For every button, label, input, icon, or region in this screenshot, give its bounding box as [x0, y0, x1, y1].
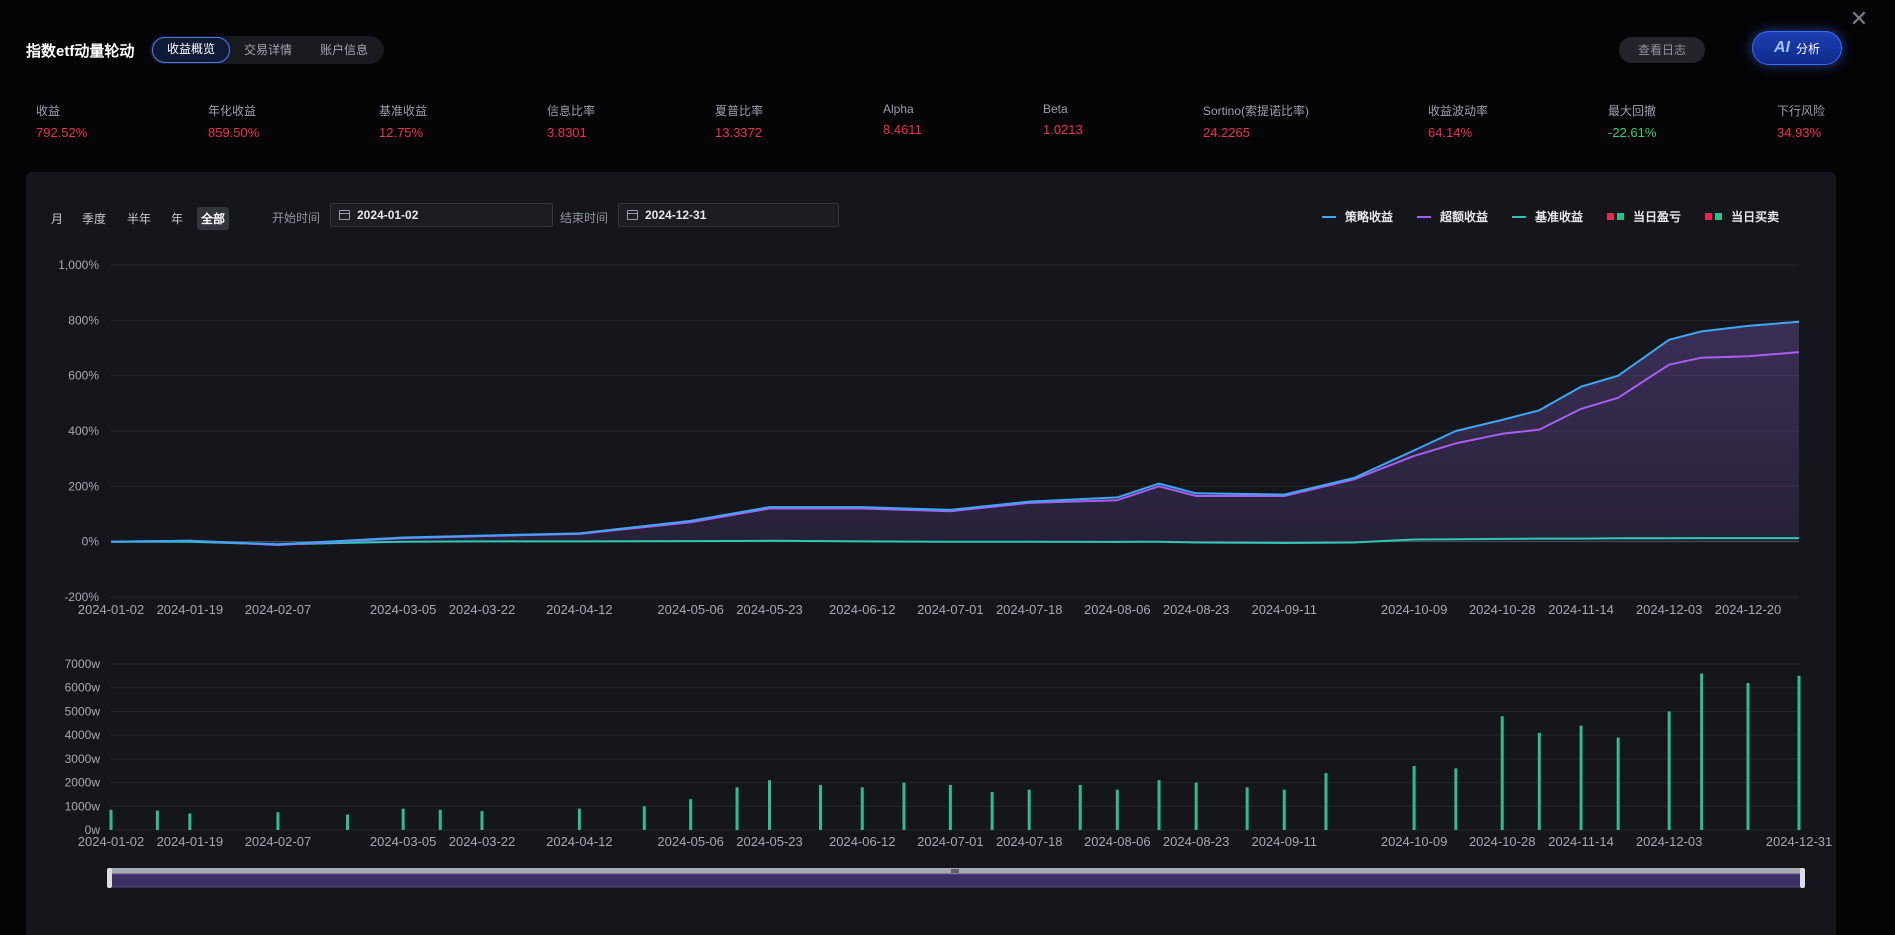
x-tick-label: 2024-09-11	[1251, 602, 1317, 617]
x-tick-label: 2024-10-09	[1381, 602, 1448, 617]
y-tick-label: 200%	[68, 479, 99, 493]
x-tick-label: 2024-07-18	[996, 602, 1063, 617]
y-tick-label: 600%	[68, 369, 99, 383]
x-tick-label: 2024-03-05	[370, 834, 437, 849]
x-tick-label: 2024-01-19	[157, 834, 224, 849]
trade-bar[interactable]	[438, 809, 442, 830]
trade-bar[interactable]	[1454, 768, 1458, 830]
x-tick-label: 2024-08-06	[1084, 834, 1151, 849]
x-tick-label: 2024-12-03	[1636, 834, 1703, 849]
trade-bar[interactable]	[1579, 725, 1583, 830]
trade-bar[interactable]	[1667, 711, 1671, 830]
x-tick-label: 2024-05-23	[736, 834, 803, 849]
trade-bar[interactable]	[1537, 732, 1541, 830]
x-tick-label: 2024-07-01	[917, 834, 984, 849]
y-tick-label: 400%	[68, 424, 99, 438]
trade-bar[interactable]	[480, 811, 484, 830]
x-tick-label: 2024-10-28	[1469, 602, 1536, 617]
trade-bar[interactable]	[1500, 716, 1504, 830]
trade-bar[interactable]	[1245, 787, 1249, 830]
trade-bar[interactable]	[1282, 789, 1286, 830]
x-tick-label: 2024-09-11	[1251, 834, 1317, 849]
trade-bar[interactable]	[768, 780, 772, 830]
x-tick-label: 2024-05-06	[657, 834, 724, 849]
x-tick-label: 2024-08-06	[1084, 602, 1151, 617]
y-tick-label: 1,000%	[58, 258, 99, 272]
x-tick-label: 2024-05-23	[736, 602, 803, 617]
y-tick-label: 6000w	[65, 681, 101, 695]
x-tick-label: 2024-01-02	[78, 602, 145, 617]
return-charts: -200%0%200%400%600%800%1,000%2024-01-02 2…	[58, 258, 1833, 888]
trade-bar[interactable]	[1194, 782, 1198, 830]
x-tick-label: 2024-08-23	[1163, 602, 1230, 617]
trade-bar[interactable]	[346, 814, 350, 830]
x-tick-label: 2024-11-14	[1548, 602, 1614, 617]
trade-bar[interactable]	[819, 784, 823, 830]
y-tick-label: 7000w	[65, 657, 101, 671]
trade-bar[interactable]	[642, 806, 646, 830]
x-tick-label: 2024-05-06	[657, 602, 724, 617]
trade-bar[interactable]	[577, 808, 581, 830]
y-tick-label: 3000w	[65, 752, 101, 766]
trade-bar[interactable]	[948, 784, 952, 830]
trade-bar[interactable]	[735, 787, 739, 830]
trade-bar[interactable]	[1616, 737, 1620, 830]
x-tick-label: 2024-04-12	[546, 602, 613, 617]
trade-bar[interactable]	[188, 813, 192, 830]
y-tick-label: 800%	[68, 313, 99, 327]
y-tick-label: 5000w	[65, 704, 101, 718]
x-tick-label: 2024-12-03	[1636, 602, 1703, 617]
trade-bar[interactable]	[1324, 773, 1328, 830]
trade-bar[interactable]	[1797, 675, 1801, 830]
x-tick-label: 2024-07-01	[917, 602, 984, 617]
x-tick-label: 2024-07-18	[996, 834, 1063, 849]
trade-bar[interactable]	[1027, 789, 1031, 830]
trade-bar[interactable]	[155, 810, 159, 830]
range-slider-grip-icon[interactable]	[951, 869, 959, 873]
x-tick-label: 2024-10-28	[1469, 834, 1536, 849]
trade-bar[interactable]	[1157, 780, 1161, 830]
trade-bar[interactable]	[860, 787, 864, 830]
x-tick-label: 2024-04-12	[546, 834, 613, 849]
trade-bar[interactable]	[1115, 789, 1119, 830]
x-tick-label: 2024-12-31	[1766, 834, 1833, 849]
x-tick-label: 2024-11-14	[1548, 834, 1614, 849]
trade-bar[interactable]	[1412, 765, 1416, 830]
x-tick-label: 2024-02-07	[245, 602, 312, 617]
x-tick-label: 2024-01-02	[78, 834, 145, 849]
x-tick-label: 2024-03-22	[449, 602, 516, 617]
trade-bar[interactable]	[401, 808, 405, 830]
trade-bar[interactable]	[276, 812, 280, 830]
trade-bar[interactable]	[1078, 784, 1082, 830]
x-tick-label: 2024-03-22	[449, 834, 516, 849]
y-tick-label: 4000w	[65, 728, 101, 742]
trade-bar[interactable]	[689, 799, 693, 830]
trade-bar[interactable]	[109, 809, 113, 830]
x-tick-label: 2024-10-09	[1381, 834, 1448, 849]
x-tick-label: 2024-06-12	[829, 834, 896, 849]
x-tick-label: 2024-03-05	[370, 602, 437, 617]
trade-bar[interactable]	[1700, 673, 1704, 830]
trade-bar[interactable]	[990, 792, 994, 830]
trade-bar[interactable]	[902, 782, 906, 830]
x-tick-label: 2024-01-19	[157, 602, 224, 617]
range-slider-right-handle[interactable]	[1800, 868, 1805, 888]
x-tick-label: 2024-06-12	[829, 602, 896, 617]
range-slider-window[interactable]	[109, 873, 1804, 888]
x-tick-label: 2024-08-23	[1163, 834, 1230, 849]
x-tick-label: 2024-02-07	[245, 834, 312, 849]
range-slider-left-handle[interactable]	[107, 868, 112, 888]
trade-bar[interactable]	[1746, 682, 1750, 830]
y-tick-label: 1000w	[65, 799, 101, 813]
x-tick-label: 2024-12-20	[1715, 602, 1782, 617]
y-tick-label: 0%	[82, 535, 100, 549]
y-tick-label: 2000w	[65, 776, 101, 790]
